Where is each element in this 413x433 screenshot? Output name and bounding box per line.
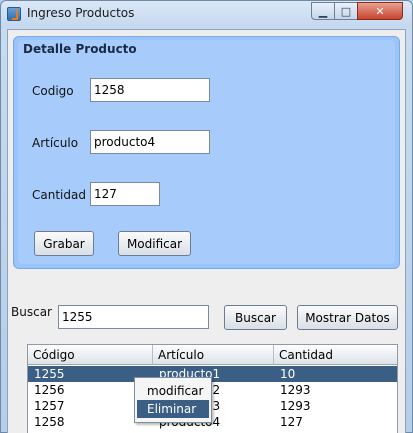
mostrar-datos-button[interactable]: Mostrar Datos (297, 305, 398, 330)
table-cell: 1257 (34, 399, 65, 413)
table-cell: 10 (280, 367, 296, 381)
buscar-button[interactable]: Buscar (224, 305, 287, 330)
app-window: Ingreso Productos ▁ □ ✕ Detalle Producto… (0, 0, 413, 433)
title-bar: Ingreso Productos ▁ □ ✕ (1, 1, 412, 28)
panel-title: Detalle Producto (23, 42, 137, 56)
content-pane: Detalle Producto Codigo Artículo Cantida… (7, 29, 406, 433)
table-row[interactable]: 1257 producto3 1293 (28, 398, 397, 414)
column-header-codigo[interactable]: Código (28, 345, 153, 365)
detail-panel: Detalle Producto Codigo Artículo Cantida… (13, 36, 400, 269)
cantidad-label: Cantidad (32, 188, 86, 202)
close-icon: ✕ (375, 4, 385, 18)
codigo-field[interactable] (90, 78, 210, 102)
modificar-button[interactable]: Modificar (118, 231, 191, 256)
articulo-field[interactable] (90, 130, 210, 154)
menu-item-eliminar[interactable]: Eliminar (137, 400, 209, 418)
java-app-icon (7, 7, 21, 21)
column-header-articulo[interactable]: Artículo (153, 345, 274, 365)
search-input[interactable] (58, 305, 209, 329)
maximize-icon: □ (340, 4, 352, 18)
table-row[interactable]: 1258 producto4 127 (28, 414, 397, 430)
maximize-button[interactable]: □ (334, 2, 358, 20)
buscar-label: Buscar (11, 305, 52, 319)
table-header: Código Artículo Cantidad (28, 345, 397, 365)
articulo-label: Artículo (32, 136, 79, 150)
table-cell: 1255 (34, 367, 65, 381)
window-title: Ingreso Productos (27, 6, 135, 20)
table-cell: 1256 (34, 383, 65, 397)
table-cell: 127 (280, 415, 303, 429)
table-cell: 1258 (34, 415, 65, 429)
cantidad-field[interactable] (90, 182, 160, 206)
column-header-cantidad[interactable]: Cantidad (274, 345, 397, 365)
table-row[interactable]: 1256 producto2 1293 (28, 382, 397, 398)
menu-item-modificar[interactable]: modificar (137, 382, 209, 400)
minimize-icon: ▁ (318, 4, 328, 18)
table-row[interactable]: 1255 producto1 10 (28, 366, 397, 382)
grabar-button[interactable]: Grabar (34, 231, 94, 256)
table-cell: 1293 (280, 383, 311, 397)
table-cell: 1293 (280, 399, 311, 413)
context-menu: modificar Eliminar (134, 377, 212, 423)
close-button[interactable]: ✕ (357, 2, 403, 20)
products-table[interactable]: Código Artículo Cantidad 1255 producto1 … (27, 344, 398, 433)
minimize-button[interactable]: ▁ (311, 2, 335, 20)
codigo-label: Codigo (32, 84, 74, 98)
